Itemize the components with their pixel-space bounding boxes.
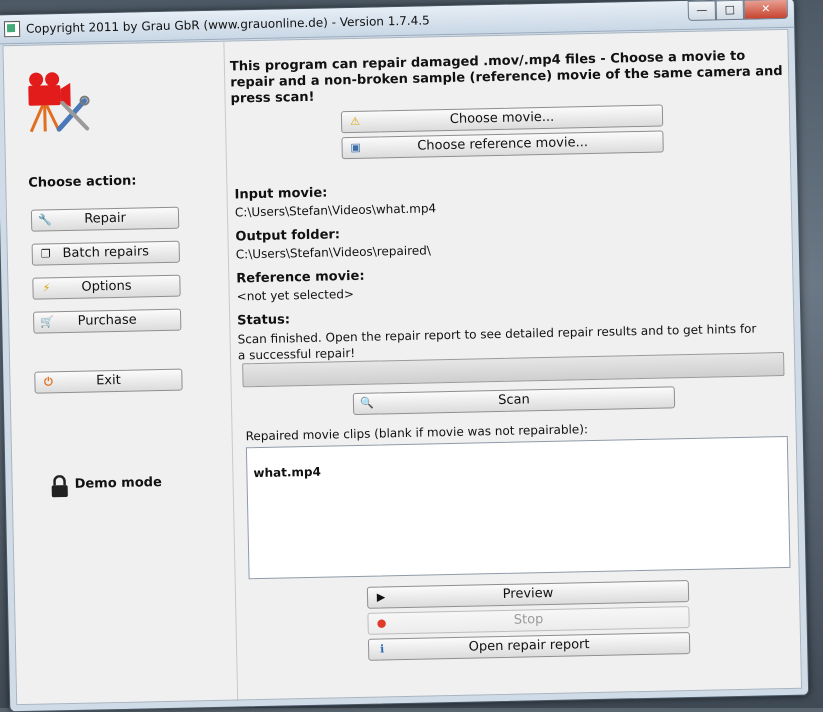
options-button-label: Options (33, 278, 179, 296)
choose-movie-button[interactable]: ⚠ Choose movie... (341, 104, 663, 133)
choose-reference-movie-button[interactable]: ▣ Choose reference movie... (341, 130, 663, 159)
purchase-button[interactable]: 🛒 Purchase (33, 309, 181, 334)
repaired-clips-caption: Repaired movie clips (blank if movie was… (246, 422, 589, 443)
input-movie-value: C:\Users\Stefan\Videos\what.mp4 (235, 201, 436, 219)
choose-reference-movie-button-label: Choose reference movie... (342, 133, 662, 155)
client-area: Choose action: 🔧 Repair ❐ Batch repairs … (2, 29, 802, 705)
list-item[interactable]: what.mp4 (253, 465, 321, 480)
input-movie-label: Input movie: (234, 186, 327, 203)
status-label: Status: (237, 312, 290, 328)
batch-repairs-button-label: Batch repairs (33, 244, 179, 262)
options-button[interactable]: ⚡ Options (32, 275, 180, 300)
choose-movie-button-label: Choose movie... (342, 108, 662, 130)
scan-button-label: Scan (354, 389, 674, 411)
camera-repair-logo-icon (22, 66, 93, 137)
minimize-button[interactable]: — (688, 0, 716, 21)
scan-button[interactable]: 🔍 Scan (353, 386, 675, 415)
exit-button[interactable]: ⏻ Exit (34, 369, 182, 394)
sidebar: Choose action: 🔧 Repair ❐ Batch repairs … (3, 42, 238, 704)
stop-button-label: Stop (368, 609, 688, 631)
app-icon (4, 21, 20, 37)
intro-text: This program can repair damaged .mov/.mp… (230, 48, 791, 108)
output-folder-label: Output folder: (235, 227, 340, 244)
open-repair-report-button[interactable]: ℹ Open repair report (368, 632, 690, 661)
preview-button-label: Preview (368, 583, 688, 605)
maximize-button[interactable]: □ (716, 0, 744, 20)
stop-button[interactable]: ● Stop (367, 606, 689, 635)
output-folder-value: C:\Users\Stefan\Videos\repaired\ (236, 243, 431, 261)
open-repair-report-button-label: Open repair report (369, 635, 689, 657)
preview-button[interactable]: ▶ Preview (367, 580, 689, 609)
reference-movie-label: Reference movie: (236, 269, 365, 287)
close-button[interactable]: ✕ (744, 0, 788, 20)
repair-button[interactable]: 🔧 Repair (31, 207, 179, 232)
main-panel: This program can repair damaged .mov/.mp… (225, 30, 801, 700)
purchase-button-label: Purchase (34, 312, 180, 330)
batch-repairs-button[interactable]: ❐ Batch repairs (32, 241, 180, 266)
window-controls: — □ ✕ (688, 0, 788, 21)
repaired-clips-list[interactable]: what.mp4 (246, 436, 791, 579)
window-title: Copyright 2011 by Grau GbR (www.grauonli… (26, 13, 430, 35)
repair-button-label: Repair (32, 210, 178, 228)
lock-icon (50, 475, 68, 497)
reference-movie-value: <not yet selected> (237, 287, 355, 303)
demo-mode-label: Demo mode (74, 475, 162, 492)
exit-button-label: Exit (35, 372, 181, 390)
app-window: Copyright 2011 by Grau GbR (www.grauonli… (0, 0, 809, 712)
choose-action-label: Choose action: (28, 174, 137, 191)
